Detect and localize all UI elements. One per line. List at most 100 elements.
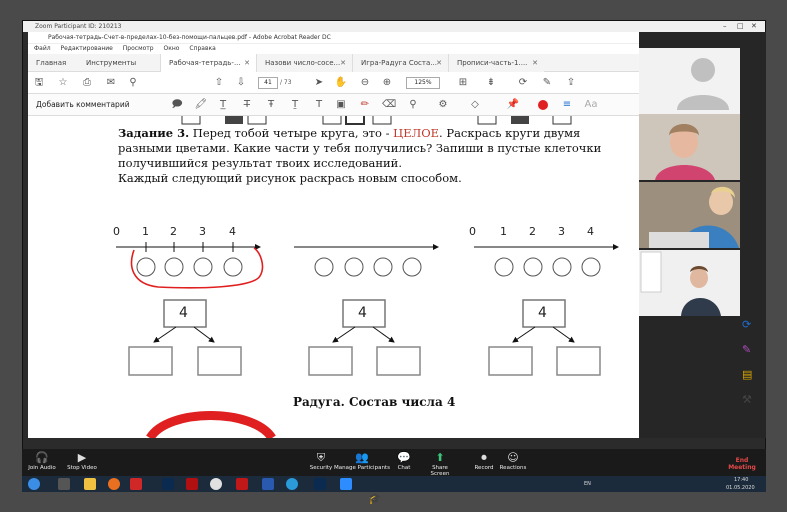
video-frame-boy [639, 250, 740, 316]
zoom-icon[interactable] [340, 478, 352, 490]
close-tab-icon[interactable]: ✕ [436, 54, 442, 72]
menu-window[interactable]: Окно [164, 45, 180, 52]
participant-video-boy[interactable] [639, 250, 740, 316]
email-icon[interactable]: ✉ [104, 76, 118, 90]
menu-help[interactable]: Справка [189, 45, 215, 52]
strikethrough-icon[interactable]: T̶ [240, 98, 254, 112]
headphones-icon: 🎧 [35, 451, 49, 464]
whole-value-1: 4 [179, 305, 188, 321]
main-toolbar: 🖫 ☆ ⎙ ✉ ⚲ ⇧ ⇩ 41 / 73 ➤ ✋ ⊖ ⊕ 125% ⊞ ⇟ ⟳… [28, 72, 639, 94]
participant-video-avatar[interactable] [639, 48, 740, 114]
word-icon[interactable] [262, 478, 274, 490]
print-icon[interactable]: ⎙ [80, 76, 94, 90]
minimize-icon[interactable]: – [723, 21, 727, 32]
tab-bar: Главная Инструменты Рабочая-тетрадь-... ✕… [28, 54, 639, 72]
line-weight-icon[interactable]: ≡ [560, 98, 574, 112]
record-button[interactable]: ⏺ Record [472, 451, 496, 471]
color-picker-icon[interactable] [536, 98, 550, 112]
scroll-mode-icon[interactable]: ⇟ [484, 76, 498, 90]
create-pdf-icon[interactable]: ▤ [742, 368, 752, 381]
text-box-icon[interactable]: T [312, 98, 326, 112]
font-size-icon[interactable]: Aa [584, 98, 598, 112]
graduation-cap-icon: 🎓 [368, 492, 382, 505]
acrobat-icon[interactable] [186, 478, 198, 490]
share-screen-icon: ⬆ [435, 451, 445, 464]
sign-icon[interactable]: ✎ [540, 76, 554, 90]
zoom-in-icon[interactable]: ⊕ [380, 76, 394, 90]
page-number-input[interactable]: 41 [258, 77, 278, 89]
stop-video-button[interactable]: ▶ Stop Video [64, 451, 100, 471]
photoshop-icon-2[interactable] [314, 478, 326, 490]
insert-text-icon[interactable]: Ṯ [288, 98, 302, 112]
hand-tool-icon[interactable]: ✋ [334, 76, 348, 90]
participant-video-teacher[interactable] [639, 114, 740, 180]
firefox-icon[interactable] [108, 478, 120, 490]
export-pdf-icon[interactable]: ⟳ [742, 318, 751, 331]
manage-participants-button[interactable]: 👥 Manage Participants [334, 451, 390, 471]
shield-icon: ⛨ [316, 451, 326, 464]
search-icon[interactable]: ⚲ [126, 76, 140, 90]
menu-file[interactable]: Файл [34, 45, 51, 52]
eraser-icon[interactable]: ⌫ [382, 98, 396, 112]
fit-page-icon[interactable]: ⊞ [456, 76, 470, 90]
file-explorer-icon[interactable] [84, 478, 96, 490]
select-cursor-icon[interactable]: ➤ [312, 76, 326, 90]
clock-date[interactable]: 01.05.2020 [726, 484, 755, 492]
pencil-icon[interactable]: ✏ [358, 98, 372, 112]
close-tab-icon[interactable]: ✕ [340, 54, 346, 72]
text-field-icon[interactable]: ▣ [334, 98, 348, 112]
reactions-button[interactable]: ☺ Reactions [498, 451, 528, 471]
maximize-icon[interactable]: □ [737, 21, 744, 32]
share-screen-button[interactable]: ⬆ Share Screen [422, 451, 458, 477]
tab-doc-1[interactable]: Рабочая-тетрадь-... ✕ [160, 54, 256, 72]
zoom-level-select[interactable]: 125% [406, 77, 440, 89]
page-up-icon[interactable]: ⇧ [212, 76, 226, 90]
tab-doc-3[interactable]: Игра-Радуга Соста... ✕ [352, 54, 448, 72]
join-audio-button[interactable]: 🎧 Join Audio [24, 451, 60, 471]
bookmark-star-icon[interactable]: ☆ [56, 76, 70, 90]
page-down-icon[interactable]: ⇩ [234, 76, 248, 90]
opera-icon[interactable] [130, 478, 142, 490]
telegram-icon[interactable] [286, 478, 298, 490]
highlight-icon[interactable]: 🖍 [194, 98, 208, 112]
page-caption: Радуга. Состав числа 4 [293, 395, 456, 409]
tab-home[interactable]: Главная [28, 54, 78, 72]
underline-text-icon[interactable]: T̲ [216, 98, 230, 112]
end-meeting-button[interactable]: End Meeting [722, 457, 762, 471]
task-view-icon[interactable] [58, 478, 70, 490]
menu-edit[interactable]: Редактирование [61, 45, 113, 52]
security-button[interactable]: ⛨ Security [304, 451, 338, 471]
tab-doc-4[interactable]: Прописи-часть-1.... ✕ [448, 54, 544, 72]
replace-text-icon[interactable]: Ŧ [264, 98, 278, 112]
zoom-out-icon[interactable]: ⊖ [358, 76, 372, 90]
share-icon[interactable]: ⇪ [564, 76, 578, 90]
menu-view[interactable]: Просмотр [123, 45, 154, 52]
acrobat-icon-2[interactable] [236, 478, 248, 490]
attach-icon[interactable]: ⚙ [436, 98, 450, 112]
close-tab-icon[interactable]: ✕ [244, 54, 250, 72]
nl1-label-3: 3 [199, 225, 206, 238]
clock-time[interactable]: 17:40 [734, 476, 748, 484]
sticky-note-icon[interactable]: 🗩 [170, 98, 184, 112]
shapes-icon[interactable]: ◇ [468, 98, 482, 112]
rotate-icon[interactable]: ⟳ [516, 76, 530, 90]
stamp-icon[interactable]: ⚲ [406, 98, 420, 112]
close-tab-icon[interactable]: ✕ [532, 54, 538, 72]
chrome-icon[interactable] [210, 478, 222, 490]
photoshop-icon[interactable] [162, 478, 174, 490]
tab-tools[interactable]: Инструменты [78, 54, 158, 72]
tab-doc-2[interactable]: Назови число-сосе... ✕ [256, 54, 352, 72]
video-camera-icon: ▶ [77, 451, 87, 464]
nl3-label-4: 4 [587, 225, 594, 238]
more-tools-icon[interactable]: ⚒ [742, 393, 752, 406]
language-indicator[interactable]: EN [584, 480, 591, 488]
pin-icon[interactable]: 📌 [506, 98, 520, 112]
save-icon[interactable]: 🖫 [32, 76, 46, 90]
zoom-title: Zoom Participant ID: 210213 [35, 23, 122, 30]
close-icon[interactable]: ✕ [751, 21, 757, 32]
start-icon[interactable] [28, 478, 40, 490]
windows-taskbar: EN 17:40 01.05.2020 [22, 476, 766, 492]
edit-pdf-icon[interactable]: ✎ [742, 343, 751, 356]
participant-video-girl[interactable] [639, 182, 740, 248]
chat-button[interactable]: 💬 Chat [392, 451, 416, 471]
